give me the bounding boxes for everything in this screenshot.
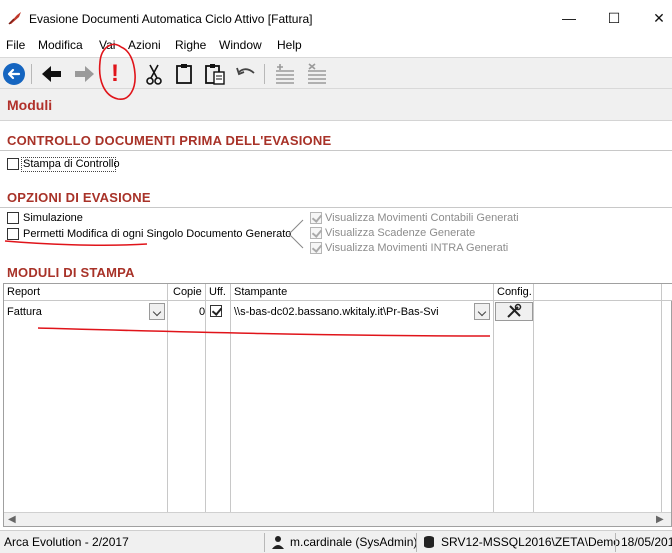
- report-cell[interactable]: Fattura: [7, 306, 42, 318]
- status-divider: [615, 533, 616, 552]
- user-icon: [272, 536, 284, 549]
- horizontal-scrollbar[interactable]: ◀ ▶: [4, 512, 671, 526]
- visualizza-scadenze-checkbox[interactable]: [310, 227, 322, 239]
- menu-help[interactable]: Help: [277, 38, 302, 52]
- app-logo-icon: [8, 12, 21, 25]
- section-title-opzioni: OPZIONI DI EVASIONE: [7, 190, 151, 205]
- window-title: Evasione Documenti Automatica Ciclo Atti…: [29, 12, 313, 26]
- add-row-icon[interactable]: [272, 61, 298, 87]
- title-bar: Evasione Documenti Automatica Ciclo Atti…: [0, 0, 672, 36]
- visualizza-scadenze-label: Visualizza Scadenze Generate: [325, 227, 476, 239]
- scroll-right-icon[interactable]: ▶: [656, 514, 664, 525]
- moduli-grid: Report Copie Uff. Stampante Config. Fatt…: [3, 283, 672, 527]
- minimize-button[interactable]: —: [557, 8, 581, 28]
- status-app: Arca Evolution - 2/2017: [4, 535, 129, 549]
- copie-cell[interactable]: 0: [199, 306, 205, 318]
- back-circle-icon[interactable]: [1, 61, 27, 87]
- tools-icon: [507, 303, 522, 318]
- column-header-uff[interactable]: Uff.: [206, 284, 231, 301]
- exclamation-icon[interactable]: !: [102, 61, 128, 87]
- status-server: SRV12-MSSQL2016\ZETA\Demo: [441, 535, 620, 549]
- arrow-left-icon[interactable]: [39, 61, 65, 87]
- section-divider: [0, 207, 672, 208]
- status-divider: [416, 533, 417, 552]
- menu-bar: File Modifica Vai Azioni Righe Window He…: [0, 36, 672, 56]
- column-header-report[interactable]: Report: [4, 284, 168, 301]
- status-user: m.cardinale (SysAdmin): [290, 535, 418, 549]
- status-date: 18/05/201: [621, 535, 672, 549]
- permetti-modifica-checkbox[interactable]: [7, 228, 19, 240]
- table-row[interactable]: Fattura 0 \\s-bas-dc02.bassano.wkitaly.i…: [4, 302, 671, 322]
- paste-icon[interactable]: [202, 61, 228, 87]
- menu-righe[interactable]: Righe: [175, 38, 206, 52]
- section-divider: [0, 150, 672, 151]
- database-icon: [424, 536, 434, 548]
- delete-row-icon[interactable]: [304, 61, 330, 87]
- visualizza-movimenti-contabili-label: Visualizza Movimenti Contabili Generati: [325, 212, 519, 224]
- permetti-modifica-label: Permetti Modifica di ogni Singolo Docume…: [23, 228, 292, 240]
- menu-file[interactable]: File: [6, 38, 25, 52]
- menu-window[interactable]: Window: [219, 38, 262, 52]
- undo-icon[interactable]: [233, 61, 259, 87]
- section-title-controllo: CONTROLLO DOCUMENTI PRIMA DELL'EVASIONE: [7, 133, 332, 148]
- visualizza-intra-label: Visualizza Movimenti INTRA Generati: [325, 242, 509, 254]
- close-button[interactable]: ✕: [647, 8, 671, 28]
- column-header-config[interactable]: Config.: [494, 284, 672, 301]
- arrow-right-icon[interactable]: [71, 61, 97, 87]
- config-button[interactable]: [495, 302, 533, 321]
- report-dropdown-button[interactable]: [149, 303, 165, 320]
- section-title-moduli: MODULI DI STAMPA: [7, 265, 135, 280]
- stampa-controllo-label: Stampa di Controllo: [23, 158, 120, 170]
- clipboard-icon[interactable]: [171, 61, 197, 87]
- visualizza-movimenti-contabili-checkbox[interactable]: [310, 212, 322, 224]
- menu-azioni[interactable]: Azioni: [128, 38, 161, 52]
- scroll-left-icon[interactable]: ◀: [8, 514, 16, 525]
- toolbar-separator: [264, 64, 265, 84]
- menu-vai[interactable]: Vai: [99, 38, 115, 52]
- column-header-stampante[interactable]: Stampante: [231, 284, 494, 301]
- simulazione-label: Simulazione: [23, 212, 83, 224]
- column-header-copie[interactable]: Copie: [168, 284, 206, 301]
- status-divider: [264, 533, 265, 552]
- stampa-controllo-checkbox[interactable]: [7, 158, 19, 170]
- toolbar-separator: [31, 64, 32, 84]
- uff-checkbox[interactable]: [210, 305, 222, 317]
- simulazione-checkbox[interactable]: [7, 212, 19, 224]
- menu-modifica[interactable]: Modifica: [38, 38, 83, 52]
- permetti-underline-mark: [4, 240, 148, 246]
- status-bar: Arca Evolution - 2/2017 m.cardinale (Sys…: [0, 530, 672, 553]
- stampante-dropdown-button[interactable]: [474, 303, 490, 320]
- toolbar: !: [0, 57, 672, 89]
- page-title: Moduli: [7, 97, 53, 113]
- stampante-cell[interactable]: \\s-bas-dc02.bassano.wkitaly.it\Pr-Bas-S…: [234, 306, 439, 318]
- page-header: Moduli: [0, 89, 672, 121]
- visualizza-intra-checkbox[interactable]: [310, 242, 322, 254]
- maximize-button[interactable]: ☐: [602, 8, 626, 28]
- cut-icon[interactable]: [141, 61, 167, 87]
